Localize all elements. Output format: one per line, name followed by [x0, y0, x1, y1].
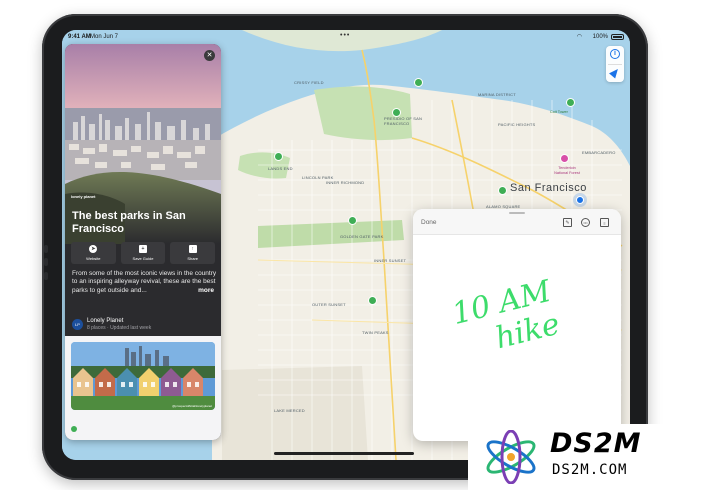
map-poi-lands-end[interactable]	[274, 152, 283, 161]
location-arrow-icon[interactable]	[609, 66, 621, 79]
status-bar: 9:41 AM Mon Jun 7 ••• ◠ 100%	[62, 30, 630, 44]
watermark-atom-logo	[482, 429, 540, 485]
map-poi-tenderloin[interactable]	[560, 154, 569, 163]
guide-card: ✕ lonely planet The best parks in San Fr…	[65, 44, 221, 440]
done-button[interactable]: Done	[421, 219, 437, 226]
map-label-twin-peaks: Twin Peaks	[362, 330, 389, 335]
map-poi-presidio[interactable]	[392, 108, 401, 117]
map-label-crissy-field: Crissy Field	[294, 80, 324, 85]
watermark-subtitle: DS2M.COM	[552, 462, 628, 478]
quick-note-grabber[interactable]	[509, 212, 525, 214]
home-indicator[interactable]	[274, 452, 414, 455]
compass-icon: ➤	[89, 245, 98, 253]
guide-description: From some of the most iconic views in th…	[72, 270, 218, 295]
publisher-name: Lonely Planet	[87, 318, 124, 324]
more-link[interactable]: more	[198, 287, 214, 295]
handwritten-note: 10 AM hike	[449, 263, 611, 365]
photo-credit: @prospectofficial/lonelyplanet	[172, 404, 212, 408]
notes-list-icon[interactable]: ≡	[600, 218, 609, 227]
guide-description-text: From some of the most iconic views in th…	[72, 270, 217, 294]
atom-icon	[486, 429, 536, 485]
share-button[interactable]: ↑ Share	[170, 242, 216, 264]
more-options-icon[interactable]: •••	[581, 218, 590, 227]
save-guide-button-label: Save Guide	[132, 256, 154, 261]
map-poi-crissy-field[interactable]	[414, 78, 423, 87]
watermark-title: DS2M	[550, 428, 642, 459]
map-label-lincoln-park: Lincoln Park	[302, 175, 334, 180]
map-label-embarcadero: Embarcadero	[582, 150, 616, 155]
multitasking-dots[interactable]: •••	[340, 32, 350, 39]
guide-meta: 8 places · Updated last week	[87, 325, 152, 331]
map-poi-label-coit: Coit Tower	[550, 110, 568, 114]
map-poi-golden-gate-park[interactable]	[348, 216, 357, 225]
map-label-richmond: Inner Richmond	[326, 180, 365, 185]
lonely-planet-logo: lonely planet	[71, 194, 96, 199]
close-icon[interactable]: ✕	[204, 50, 215, 61]
map-poi-twin-peaks[interactable]	[368, 296, 377, 305]
side-button	[44, 272, 48, 280]
info-icon[interactable]: i	[610, 49, 620, 59]
website-button-label: Website	[86, 256, 101, 261]
save-guide-button[interactable]: + Save Guide	[120, 242, 166, 264]
map-label-pacific-heights: Pacific Heights	[498, 122, 536, 127]
guide-author[interactable]: LP Lonely Planet 8 places · Updated last…	[72, 318, 218, 332]
next-place-park-icon	[71, 426, 77, 432]
compose-icon[interactable]: ✎	[563, 218, 572, 227]
volume-up-button	[44, 245, 48, 253]
painted-ladies-photo	[71, 342, 215, 410]
map-city-label: San Francisco	[510, 182, 587, 194]
guide-actions: ➤ Website + Save Guide ↑ Share	[71, 242, 216, 264]
map-label-lake-merced: Lake Merced	[274, 408, 305, 413]
quick-note-window[interactable]: Done ✎ ••• ≡ 10 AM hike	[413, 209, 621, 441]
ipad-screen: Crissy Field Presidio of San Francisco M…	[62, 30, 630, 460]
publisher-avatar: LP	[72, 319, 83, 330]
wifi-icon: ◠	[576, 34, 582, 40]
map-controls: i	[606, 46, 624, 82]
place-photo-painted-ladies[interactable]: @prospectofficial/lonelyplanet	[71, 342, 215, 410]
battery-icon	[611, 34, 624, 40]
watermark: DS2M DS2M.COM	[468, 424, 704, 490]
guide-places-list: @prospectofficial/lonelyplanet	[65, 336, 221, 440]
map-label-marina: Marina District	[478, 92, 516, 97]
note-canvas[interactable]: 10 AM hike	[413, 235, 621, 441]
map-controls-divider	[608, 64, 622, 65]
save-icon: +	[139, 245, 147, 253]
map-label-inner-sunset: Inner Sunset	[374, 258, 407, 263]
website-button[interactable]: ➤ Website	[71, 242, 116, 264]
map-poi-alamo-square[interactable]	[498, 186, 507, 195]
current-location-dot	[576, 196, 584, 204]
map-poi-coit[interactable]	[566, 98, 575, 107]
map-poi-label-tenderloin: Tenderloin National Forest	[554, 166, 580, 175]
map-label-golden-gate-park: Golden Gate Park	[340, 234, 384, 239]
guide-title: The best parks in San Francisco	[72, 210, 186, 235]
quick-note-toolbar: Done ✎ ••• ≡	[413, 209, 621, 235]
map-label-presidio: Presidio of San Francisco	[384, 116, 423, 126]
status-date: Mon Jun 7	[90, 34, 119, 40]
battery-percentage: 100%	[592, 34, 608, 40]
share-button-label: Share	[187, 256, 199, 261]
map-label-outer-sunset: Outer Sunset	[312, 302, 346, 307]
volume-down-button	[44, 258, 48, 266]
share-icon: ↑	[188, 245, 197, 253]
map-label-lands-end: Lands End	[268, 166, 293, 171]
status-time: 9:41 AM	[68, 34, 91, 40]
